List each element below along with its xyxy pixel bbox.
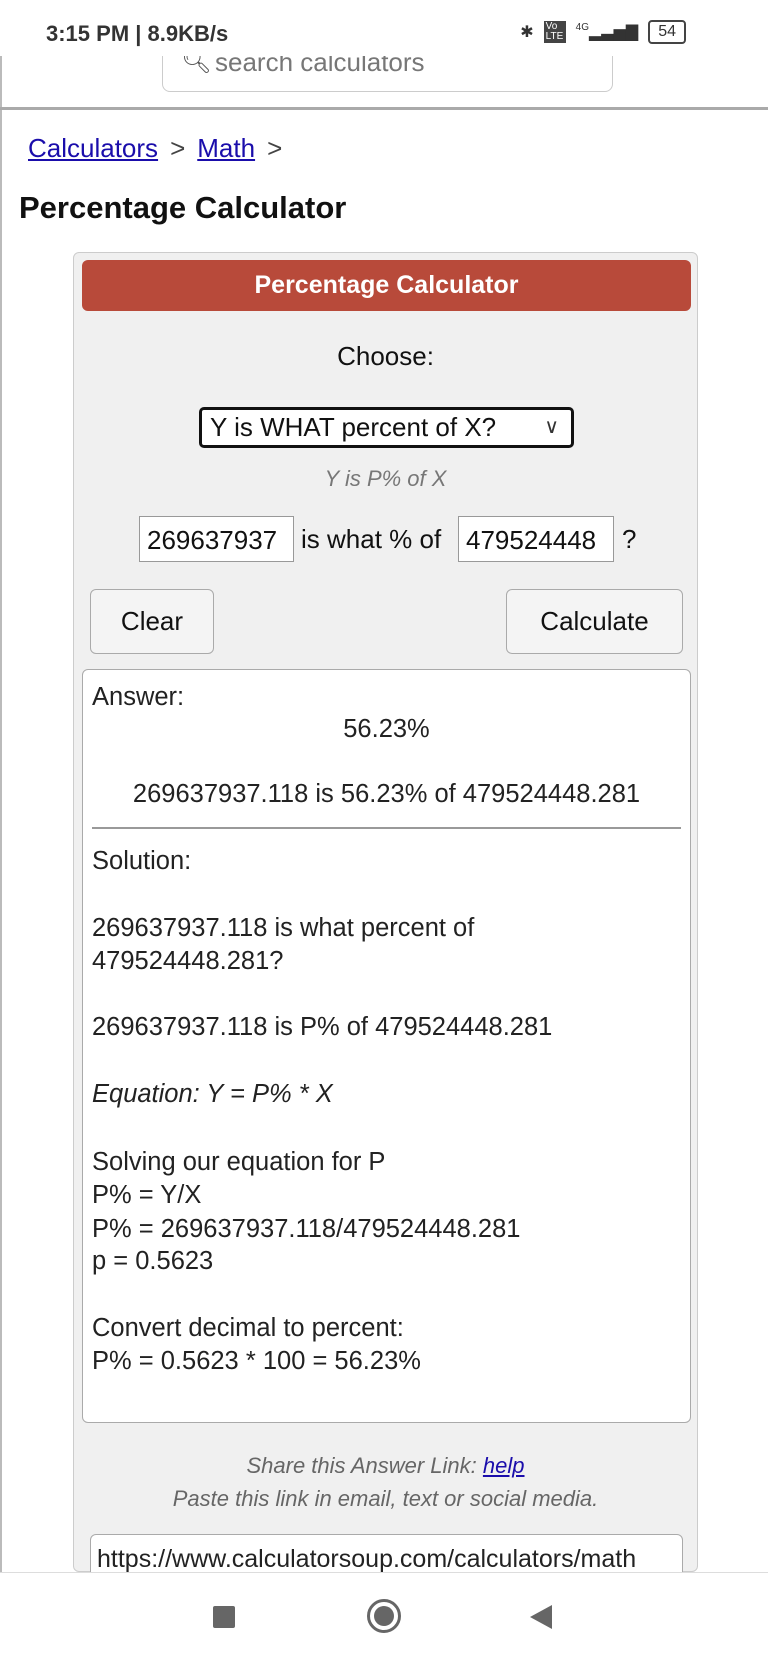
battery-icon: 54 [648,20,686,44]
page-border [0,56,2,1572]
calculator-header: Percentage Calculator [82,260,691,311]
breadcrumb-math[interactable]: Math [197,133,255,163]
answer-divider [92,827,681,829]
help-link[interactable]: help [483,1453,525,1478]
solution-line: P% = 0.5623 * 100 = 56.23% [92,1347,421,1375]
solution-line: P% = 269637937.118/479524448.281 [92,1215,521,1243]
solution-line: p = 0.5623 [92,1247,214,1275]
middle-text: is what % of [301,524,442,554]
answer-statement: 269637937.118 is 56.23% of 479524448.281 [132,780,641,808]
status-time: 3:15 PM | 8.9KB/s [46,21,229,46]
solution-line: Solving our equation for P [92,1148,386,1176]
equation-line: Equation: Y = P% * X [92,1080,333,1108]
breadcrumb: Calculators > Math > [28,133,283,163]
header-divider [0,107,768,110]
answer-value: 56.23% [343,715,430,743]
choose-label: Choose: [337,341,434,371]
status-bar: 3:15 PM | 8.9KB/s ✱ Vo LTE 4G▂▃▅▇ 54 [0,0,768,56]
clear-button[interactable]: Clear [90,589,214,654]
navigation-bar [0,1572,768,1664]
signal-icon: 4G▂▃▅▇ [575,22,639,41]
question-mark: ? [622,524,637,554]
solution-line: 269637937.118 is P% of 479524448.281 [92,1013,553,1041]
share-text: Share this Answer Link: help [246,1453,525,1478]
chevron-down-icon: ∨ [544,416,559,438]
solution-line: Convert decimal to percent: [92,1314,404,1342]
formula-hint: Y is P% of X [324,466,447,491]
solution-line: P% = Y/X [92,1181,202,1209]
share-subtext: Paste this link in email, text or social… [172,1486,599,1511]
solution-line: 479524448.281? [92,947,284,975]
answer-label: Answer: [92,683,185,711]
solution-line: 269637937.118 is what percent of [92,914,475,942]
page-title: Percentage Calculator [19,190,347,225]
x-value-input[interactable]: 479524448 [458,516,614,562]
bluetooth-icon: ✱ [520,24,534,41]
recents-icon[interactable] [213,1606,235,1628]
back-icon[interactable] [530,1605,552,1629]
home-icon[interactable] [367,1599,401,1633]
volte-icon: Vo LTE [543,21,566,43]
y-value-input[interactable]: 269637937 [139,516,294,562]
solution-label: Solution: [92,847,192,875]
calculate-button[interactable]: Calculate [506,589,683,654]
mode-select[interactable]: Y is WHAT percent of X? ∨ [199,407,574,448]
breadcrumb-calculators[interactable]: Calculators [28,133,158,163]
